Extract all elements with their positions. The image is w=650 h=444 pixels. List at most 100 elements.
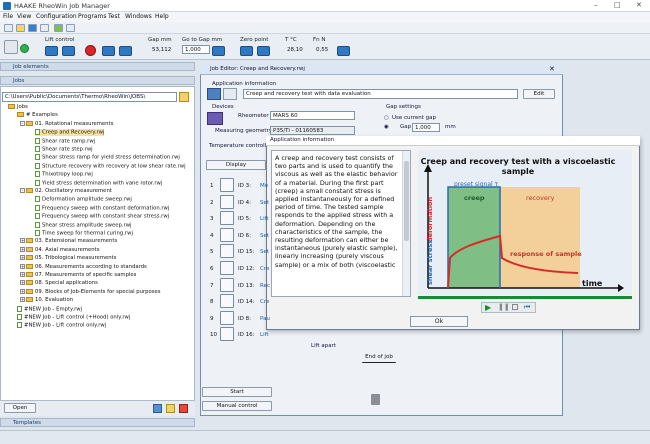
expand-icon[interactable]: + [20,272,25,277]
menu-help[interactable]: Help [155,13,169,20]
geometry-select[interactable]: P35/Ti - 01160583 [270,126,355,135]
tree-item[interactable]: Creep and Recovery.rwj [35,129,105,137]
jobs-header[interactable]: Jobs [0,76,195,85]
menu-bar: File View Configuration Programs Test Wi… [0,12,650,22]
tree-item[interactable]: +10. Evaluation [20,297,73,304]
tree-item[interactable]: - 02. Oscillatory measurement [20,188,112,195]
info-icon[interactable] [207,88,221,100]
ok-button[interactable]: Ok [410,316,468,327]
tree-item[interactable]: #NEW Job - Empty.rwj [17,305,82,313]
tree-item-label: Structure recovery with recovery at low … [42,163,186,170]
tree-item[interactable]: Shear stress amplitude sweep.rwj [35,221,132,229]
tree-item[interactable]: #NEW Job - Lift control (+Hood) only.rwj [17,314,130,321]
menu-programs[interactable]: Programs [78,13,106,20]
menu-file[interactable]: File [3,13,13,20]
new-icon[interactable] [4,24,13,32]
expand-icon[interactable]: + [20,238,25,244]
expand-icon[interactable]: + [20,246,25,252]
editor-gap-input[interactable]: 1,000 [412,123,440,132]
menu-windows[interactable]: Windows [125,13,152,20]
zero-point-auto-button[interactable] [257,46,270,56]
stop-button[interactable] [85,45,96,56]
tree-item[interactable]: +03. Extensional measurements [20,238,117,245]
lift-fast-down-button[interactable] [119,46,132,56]
scroll-thumb[interactable] [404,161,409,241]
expand-icon[interactable]: + [20,288,25,294]
open-button[interactable]: Open [4,403,36,413]
description-scrollbar[interactable] [402,151,410,296]
book-icon[interactable] [223,88,237,100]
trash-icon[interactable] [371,394,380,405]
tree-item[interactable]: Frequency sweep with constant deformatio… [35,204,169,212]
job-file-icon [35,154,40,161]
tree-item[interactable]: Jobs [8,104,28,111]
rheometer-select[interactable]: MARS 60 [270,111,355,120]
tree-item[interactable]: Shear rate step.rwj [35,146,93,153]
refresh-icon[interactable] [153,404,162,413]
tree-item[interactable]: Yield stress determination with vane rot… [35,179,162,187]
expand-icon[interactable]: + [20,280,25,286]
tree-item[interactable]: +05. Tribological measurements [20,255,116,262]
run-icon[interactable] [54,24,63,32]
templates-header[interactable]: Templates [0,418,195,427]
device-icon[interactable] [4,40,18,54]
tree-item[interactable]: Time sweep for thermal curing.rwj [35,230,133,237]
goto-gap-button[interactable] [212,46,225,56]
expand-icon[interactable]: + [20,297,25,303]
display-button[interactable]: Display [206,160,266,170]
menu-test[interactable]: Test [108,13,120,20]
tree-item[interactable]: Structure recovery with recovery at low … [35,162,186,170]
expand-icon[interactable]: + [20,263,25,269]
jobs-path-input[interactable]: C:\Users\Public\Documents\Thermo\RheoWin… [2,92,177,102]
tree-item[interactable]: # Examples [17,112,58,119]
tree-item[interactable]: Shear stress ramp for yield stress deter… [35,154,180,161]
tree-item[interactable]: +06. Measurements according to standards [20,263,147,271]
pause-icon[interactable]: ❚❚ [498,303,510,311]
edit-button[interactable]: Edit [523,89,555,99]
app-info-input[interactable]: Creep and recovery test with data evalua… [243,89,518,99]
maximize-icon[interactable]: □ [614,1,621,9]
expand-icon[interactable]: - [20,188,25,193]
tree-item[interactable]: - 01. Rotational measurements [20,120,113,128]
stop-icon[interactable] [512,304,518,310]
play-icon[interactable]: ▶ [485,303,491,312]
reset-force-button[interactable] [337,46,350,56]
print-icon[interactable] [40,24,49,32]
tree-item[interactable]: Deformation amplitude sweep.rwj [35,196,132,203]
step-id: ID 8: [238,315,251,322]
lift-down-button[interactable] [62,46,75,56]
menu-view[interactable]: View [17,13,31,20]
tree-item[interactable]: Frequency sweep with constant shear stre… [35,213,169,220]
start-button[interactable]: Start [202,387,272,397]
tree-item[interactable]: #NEW Job - Lift control only.rwj [17,322,106,329]
browse-folder-icon[interactable] [179,92,189,102]
editor-close-icon[interactable]: ✕ [549,65,555,73]
tree-item[interactable]: +09. Blocks of Job-Elements for special … [20,288,161,296]
close-icon[interactable]: ✕ [636,1,642,9]
lift-fast-up-button[interactable] [102,46,115,56]
tree-item-label: Time sweep for thermal curing.rwj [42,230,133,237]
delete-icon[interactable] [179,404,188,413]
tree-item[interactable]: +04. Axial measurements [20,246,99,254]
tree-item[interactable]: Thixotropy loop.rwj [35,171,93,178]
expand-icon[interactable]: - [20,120,25,126]
copy-icon[interactable] [166,404,175,413]
expand-icon[interactable]: + [20,255,25,261]
open-folder-icon[interactable] [16,24,25,32]
job-step-row[interactable]: 10 ID 16: Lift [210,326,400,348]
menu-configuration[interactable]: Configuration [36,13,77,20]
lift-up-button[interactable] [45,46,58,56]
job-elements-header[interactable]: Job elements [0,62,195,71]
manual-control-button[interactable]: Manual control [202,401,272,411]
save-icon[interactable] [28,24,37,32]
tree-item[interactable]: +08. Special applications [20,280,98,287]
rewind-icon[interactable]: ⏮ [524,303,530,312]
minimize-icon[interactable]: – [594,1,598,9]
settings-icon[interactable] [66,24,75,32]
use-current-gap-radio[interactable]: ○ [384,115,389,121]
tree-item[interactable]: +07. Measurements of specific samples [20,272,136,279]
tree-item[interactable]: Shear rate ramp.rwj [35,137,95,145]
goto-gap-input[interactable]: 1,000 [182,45,210,54]
zero-point-button[interactable] [240,46,253,56]
gap-radio[interactable]: ◉ [384,124,389,130]
